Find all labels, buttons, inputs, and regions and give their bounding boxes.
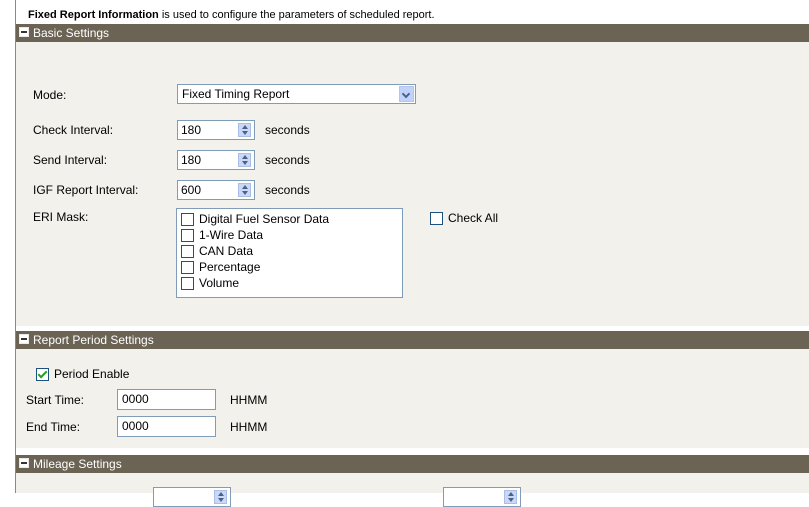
- eri-mask-list[interactable]: Digital Fuel Sensor Data 1-Wire Data CAN…: [176, 208, 403, 298]
- spinner-arrows-icon[interactable]: [238, 183, 251, 197]
- checkbox[interactable]: [36, 368, 49, 381]
- igf-interval-spinner[interactable]: 600: [177, 180, 255, 200]
- checkbox[interactable]: [430, 212, 443, 225]
- mode-label: Mode:: [33, 88, 67, 102]
- spinner-arrows-icon[interactable]: [238, 153, 251, 167]
- end-time-value: 0000: [122, 419, 149, 433]
- checkbox[interactable]: [181, 277, 194, 290]
- eri-mask-label: ERI Mask:: [33, 210, 89, 224]
- send-interval-value: 180: [181, 153, 202, 167]
- send-interval-label: Send Interval:: [33, 153, 108, 167]
- eri-item-label: Digital Fuel Sensor Data: [199, 212, 330, 226]
- intro-rest: is used to configure the parameters of s…: [158, 9, 435, 21]
- mileage-settings-header[interactable]: Mileage Settings: [16, 455, 809, 473]
- check-interval-label: Check Interval:: [33, 123, 114, 137]
- collapse-icon[interactable]: [19, 458, 29, 468]
- eri-item-label: 1-Wire Data: [199, 228, 264, 242]
- igf-interval-value: 600: [181, 183, 202, 197]
- end-time-label: End Time:: [26, 420, 81, 434]
- collapse-icon[interactable]: [19, 27, 29, 37]
- spinner-arrows-icon[interactable]: [238, 123, 251, 137]
- check-interval-spinner[interactable]: 180: [177, 120, 255, 140]
- check-interval-unit: seconds: [265, 123, 310, 137]
- start-time-unit: HHMM: [230, 393, 268, 407]
- checkbox[interactable]: [181, 261, 194, 274]
- basic-settings-body: Mode: Fixed Timing Report Check Interval…: [16, 42, 809, 326]
- start-time-input[interactable]: 0000: [117, 389, 216, 410]
- end-time-unit: HHMM: [230, 420, 268, 434]
- check-all-label: Check All: [448, 211, 499, 225]
- basic-settings-header[interactable]: Basic Settings: [16, 24, 809, 42]
- spinner-arrows-icon[interactable]: [214, 490, 227, 504]
- send-interval-spinner[interactable]: 180: [177, 150, 255, 170]
- report-period-header[interactable]: Report Period Settings: [16, 331, 809, 349]
- start-time-value: 0000: [122, 392, 149, 406]
- eri-item-label: Percentage: [199, 260, 261, 274]
- report-period-body: Period Enable Start Time: 0000 HHMM End …: [16, 349, 809, 448]
- check-interval-value: 180: [181, 123, 202, 137]
- mileage-settings-body: [16, 473, 809, 507]
- checkbox[interactable]: [181, 213, 194, 226]
- mileage-spinner[interactable]: [153, 487, 231, 507]
- mode-select-value: Fixed Timing Report: [182, 87, 290, 101]
- spinner-arrows-icon[interactable]: [504, 490, 517, 504]
- intro-text: Fixed Report Information is used to conf…: [28, 9, 435, 21]
- mileage-spinner[interactable]: [443, 487, 521, 507]
- mode-select[interactable]: Fixed Timing Report: [177, 84, 416, 104]
- report-period-title: Report Period Settings: [33, 333, 154, 347]
- eri-item-label: Volume: [199, 276, 240, 290]
- eri-item-label: CAN Data: [199, 244, 254, 258]
- end-time-input[interactable]: 0000: [117, 416, 216, 437]
- igf-interval-label: IGF Report Interval:: [33, 183, 139, 197]
- send-interval-unit: seconds: [265, 153, 310, 167]
- chevron-down-icon[interactable]: [399, 86, 414, 102]
- checkbox[interactable]: [181, 229, 194, 242]
- start-time-label: Start Time:: [26, 393, 85, 407]
- checkbox[interactable]: [181, 245, 194, 258]
- igf-interval-unit: seconds: [265, 183, 310, 197]
- period-enable-label: Period Enable: [54, 367, 130, 381]
- mileage-settings-title: Mileage Settings: [33, 457, 122, 471]
- intro-bold: Fixed Report Information: [28, 9, 159, 21]
- basic-settings-title: Basic Settings: [33, 26, 110, 40]
- collapse-icon[interactable]: [19, 334, 29, 344]
